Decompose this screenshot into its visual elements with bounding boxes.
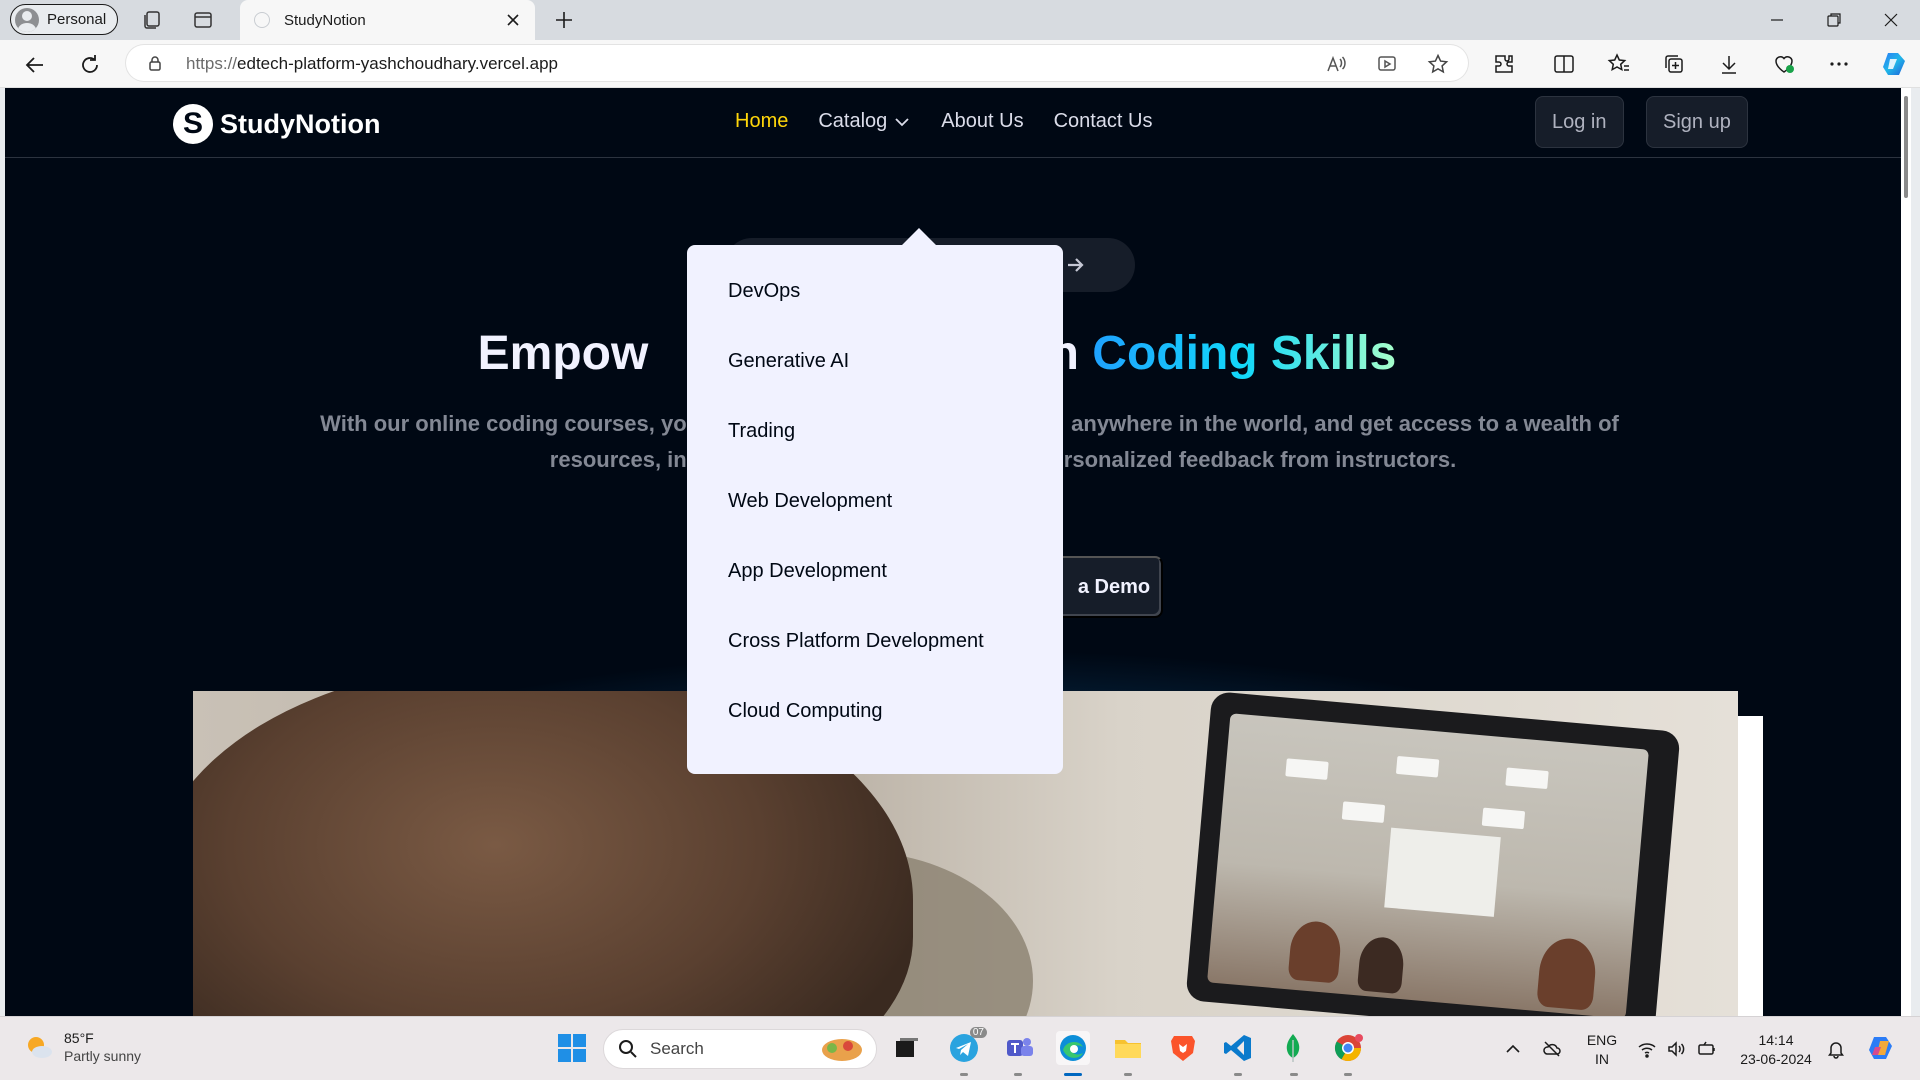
nav-catalog[interactable]: Catalog xyxy=(818,110,911,133)
task-view-button[interactable] xyxy=(890,1031,924,1065)
scrollbar-thumb[interactable] xyxy=(1904,96,1908,198)
tab-title: StudyNotion xyxy=(284,11,366,29)
windows-icon xyxy=(558,1034,586,1062)
catalog-dropdown: DevOps Generative AI Trading Web Develop… xyxy=(687,245,1063,774)
catalog-item-trading[interactable]: Trading xyxy=(728,418,1063,488)
nav-about[interactable]: About Us xyxy=(941,110,1023,133)
brave-icon xyxy=(1171,1036,1195,1061)
arrow-right-icon xyxy=(1068,258,1084,272)
onedrive-offline-icon[interactable] xyxy=(1542,1039,1562,1059)
teams-app[interactable] xyxy=(1002,1031,1036,1065)
catalog-item-cloud-computing[interactable]: Cloud Computing xyxy=(728,698,1063,768)
back-icon[interactable] xyxy=(22,52,48,78)
mongodb-leaf-icon xyxy=(1286,1034,1300,1062)
file-explorer-app[interactable] xyxy=(1111,1031,1145,1065)
new-tab-icon[interactable] xyxy=(552,8,576,32)
logo-mark: S xyxy=(173,104,213,144)
minimize-icon[interactable] xyxy=(1765,8,1789,32)
telegram-app[interactable]: 07 xyxy=(947,1027,987,1065)
partly-sunny-icon xyxy=(28,1037,52,1058)
wifi-icon[interactable] xyxy=(1637,1039,1657,1059)
search-icon xyxy=(619,1040,637,1058)
tab-favicon-icon xyxy=(254,12,270,28)
language-indicator[interactable]: ENG IN xyxy=(1584,1031,1620,1069)
copilot-taskbar-icon[interactable] xyxy=(1866,1033,1896,1063)
login-button[interactable]: Log in xyxy=(1535,96,1624,148)
close-tab-icon[interactable] xyxy=(505,12,521,28)
copilot-icon[interactable] xyxy=(1880,50,1908,78)
vscode-icon xyxy=(1224,1035,1251,1061)
weather-temp: 85°F xyxy=(64,1030,94,1046)
folder-icon xyxy=(1115,1040,1141,1058)
catalog-item-devops[interactable]: DevOps xyxy=(728,278,1063,348)
task-view-icon xyxy=(896,1038,918,1057)
restore-icon[interactable] xyxy=(1822,8,1846,32)
page-scrollbar[interactable] xyxy=(1901,88,1911,1016)
profile-avatar-icon xyxy=(15,7,39,32)
search-label: Search xyxy=(650,1039,704,1058)
read-aloud-icon[interactable] xyxy=(1325,53,1347,75)
browser-essentials-icon[interactable] xyxy=(1772,52,1796,76)
weather-widget[interactable]: 85°F Partly sunny xyxy=(24,1029,141,1065)
vscode-app[interactable] xyxy=(1221,1031,1255,1065)
extensions-icon[interactable] xyxy=(1492,52,1516,76)
catalog-item-web-development[interactable]: Web Development xyxy=(728,488,1063,558)
catalog-item-cross-platform[interactable]: Cross Platform Development xyxy=(728,628,1063,698)
nav-contact[interactable]: Contact Us xyxy=(1054,110,1153,133)
split-screen-icon[interactable] xyxy=(1552,52,1576,76)
taskbar-search[interactable]: Search xyxy=(603,1029,877,1069)
teams-icon xyxy=(1007,1038,1033,1056)
brave-app[interactable] xyxy=(1166,1031,1200,1065)
tab-studynotion[interactable]: StudyNotion xyxy=(240,0,535,40)
edge-icon xyxy=(1060,1035,1086,1061)
volume-icon[interactable] xyxy=(1666,1039,1686,1059)
catalog-item-generative-ai[interactable]: Generative AI xyxy=(728,348,1063,418)
favorites-icon[interactable] xyxy=(1607,52,1631,76)
browser-toolbar: https://edtech-platform-yashchoudhary.ve… xyxy=(0,40,1920,88)
chrome-app[interactable] xyxy=(1331,1031,1365,1065)
start-button[interactable] xyxy=(555,1031,589,1065)
chevron-down-icon xyxy=(895,117,909,126)
weather-condition: Partly sunny xyxy=(64,1048,142,1064)
chevron-up-icon[interactable] xyxy=(1503,1039,1523,1059)
brand-name: StudyNotion xyxy=(220,108,381,139)
close-window-icon[interactable] xyxy=(1879,8,1903,32)
vertical-tabs-icon[interactable] xyxy=(190,7,216,33)
web-page: S StudyNotion Home Catalog About Us Cont… xyxy=(5,88,1911,1016)
profile-button[interactable]: Personal xyxy=(10,4,118,35)
url-text[interactable]: https://edtech-platform-yashchoudhary.ve… xyxy=(186,54,558,74)
telegram-badge: 07 xyxy=(969,1027,987,1038)
windows-taskbar: 85°F Partly sunny Search 07 ENG IN 14:14… xyxy=(0,1016,1920,1080)
app-available-icon[interactable] xyxy=(1376,53,1398,75)
battery-icon[interactable] xyxy=(1697,1039,1717,1059)
main-nav: Home Catalog About Us Contact Us xyxy=(735,110,1153,133)
search-highlight-icon xyxy=(822,1039,862,1061)
more-options-icon[interactable] xyxy=(1827,52,1851,76)
downloads-icon[interactable] xyxy=(1717,52,1741,76)
mongodb-app[interactable] xyxy=(1276,1031,1310,1065)
site-navbar: S StudyNotion Home Catalog About Us Cont… xyxy=(5,88,1901,158)
browser-tab-strip: Personal StudyNotion xyxy=(0,0,1920,40)
address-bar[interactable]: https://edtech-platform-yashchoudhary.ve… xyxy=(126,45,1468,81)
notification-bell-icon[interactable] xyxy=(1826,1039,1846,1059)
favorite-star-icon[interactable] xyxy=(1427,53,1449,75)
clock[interactable]: 14:14 23-06-2024 xyxy=(1736,1031,1816,1069)
active-app-indicator xyxy=(1064,1073,1082,1076)
chrome-icon xyxy=(1334,1034,1363,1062)
signup-button[interactable]: Sign up xyxy=(1646,96,1748,148)
refresh-icon[interactable] xyxy=(77,52,103,78)
profile-label: Personal xyxy=(47,11,107,28)
lock-icon[interactable] xyxy=(146,54,164,72)
nav-home[interactable]: Home xyxy=(735,110,788,133)
video-laptop-screen xyxy=(1207,713,1649,1016)
collections-icon[interactable] xyxy=(1662,52,1686,76)
edge-app[interactable] xyxy=(1056,1031,1090,1065)
site-logo[interactable]: S StudyNotion xyxy=(173,104,380,144)
catalog-item-app-development[interactable]: App Development xyxy=(728,558,1063,628)
workspaces-icon[interactable] xyxy=(139,7,165,33)
